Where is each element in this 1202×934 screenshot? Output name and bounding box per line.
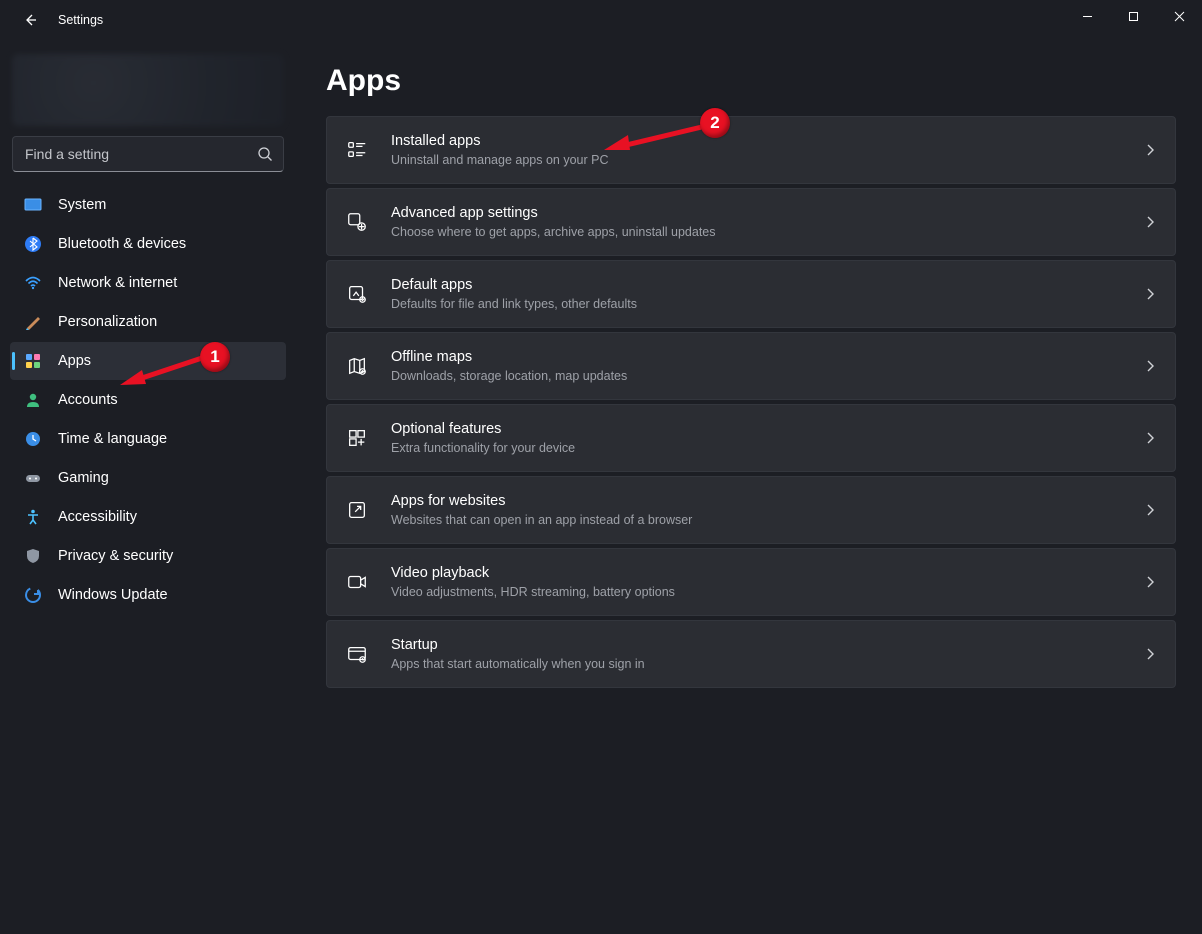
card-default-apps[interactable]: Default apps Defaults for file and link … [326, 260, 1176, 328]
shield-icon [24, 547, 42, 565]
optional-features-icon [345, 426, 369, 450]
annotation-arrow-1 [118, 352, 206, 392]
chevron-right-icon [1143, 287, 1157, 301]
annotation-arrow-2 [600, 118, 710, 158]
advanced-settings-icon [345, 210, 369, 234]
nav-list: System Bluetooth & devices Network & int… [0, 186, 296, 614]
card-subtitle: Defaults for file and link types, other … [391, 296, 1143, 312]
map-icon [345, 354, 369, 378]
sidebar-item-label: Network & internet [58, 275, 177, 291]
wifi-icon [24, 274, 42, 292]
sidebar-item-gaming[interactable]: Gaming [10, 459, 286, 497]
chevron-right-icon [1143, 431, 1157, 445]
apps-icon [24, 352, 42, 370]
close-button[interactable] [1156, 0, 1202, 32]
sidebar-item-privacy[interactable]: Privacy & security [10, 537, 286, 575]
card-subtitle: Downloads, storage location, map updates [391, 368, 1143, 384]
maximize-button[interactable] [1110, 0, 1156, 32]
sidebar-item-label: System [58, 197, 106, 213]
search-icon [257, 146, 273, 162]
gamepad-icon [24, 469, 42, 487]
chevron-right-icon [1143, 575, 1157, 589]
card-title: Video playback [391, 564, 1143, 583]
open-external-icon [345, 498, 369, 522]
sidebar-item-label: Privacy & security [58, 548, 173, 564]
card-title: Default apps [391, 276, 1143, 295]
sidebar-item-label: Accounts [58, 392, 118, 408]
card-subtitle: Video adjustments, HDR streaming, batter… [391, 584, 1143, 600]
card-offline-maps[interactable]: Offline maps Downloads, storage location… [326, 332, 1176, 400]
card-title: Apps for websites [391, 492, 1143, 511]
annotation-badge-2: 2 [700, 108, 730, 138]
card-title: Offline maps [391, 348, 1143, 367]
sidebar: System Bluetooth & devices Network & int… [0, 40, 300, 934]
card-video-playback[interactable]: Video playback Video adjustments, HDR st… [326, 548, 1176, 616]
sidebar-item-bluetooth[interactable]: Bluetooth & devices [10, 225, 286, 263]
chevron-right-icon [1143, 359, 1157, 373]
page-title: Apps [326, 64, 1176, 98]
system-icon [24, 196, 42, 214]
sidebar-item-label: Personalization [58, 314, 157, 330]
sidebar-item-label: Apps [58, 353, 91, 369]
chevron-right-icon [1143, 503, 1157, 517]
sidebar-item-personalization[interactable]: Personalization [10, 303, 286, 341]
window-title: Settings [58, 13, 103, 27]
sidebar-item-system[interactable]: System [10, 186, 286, 224]
card-title: Optional features [391, 420, 1143, 439]
sidebar-item-accessibility[interactable]: Accessibility [10, 498, 286, 536]
sidebar-item-label: Time & language [58, 431, 167, 447]
sidebar-item-label: Bluetooth & devices [58, 236, 186, 252]
card-advanced-app-settings[interactable]: Advanced app settings Choose where to ge… [326, 188, 1176, 256]
card-subtitle: Uninstall and manage apps on your PC [391, 152, 1143, 168]
titlebar: Settings [0, 0, 1202, 40]
card-title: Startup [391, 636, 1143, 655]
sidebar-item-time[interactable]: Time & language [10, 420, 286, 458]
search-box[interactable] [12, 136, 284, 172]
clock-icon [24, 430, 42, 448]
accessibility-icon [24, 508, 42, 526]
video-icon [345, 570, 369, 594]
card-startup[interactable]: Startup Apps that start automatically wh… [326, 620, 1176, 688]
account-box[interactable] [12, 54, 284, 126]
person-icon [24, 391, 42, 409]
minimize-button[interactable] [1064, 0, 1110, 32]
sidebar-item-label: Windows Update [58, 587, 168, 603]
bluetooth-icon [24, 235, 42, 253]
card-apps-for-websites[interactable]: Apps for websites Websites that can open… [326, 476, 1176, 544]
chevron-right-icon [1143, 215, 1157, 229]
chevron-right-icon [1143, 647, 1157, 661]
main-content: Apps Installed apps Uninstall and manage… [300, 40, 1202, 934]
annotation-badge-1: 1 [200, 342, 230, 372]
card-title: Advanced app settings [391, 204, 1143, 223]
card-title: Installed apps [391, 132, 1143, 151]
update-icon [24, 586, 42, 604]
card-installed-apps[interactable]: Installed apps Uninstall and manage apps… [326, 116, 1176, 184]
card-subtitle: Extra functionality for your device [391, 440, 1143, 456]
card-subtitle: Choose where to get apps, archive apps, … [391, 224, 1143, 240]
sidebar-item-label: Gaming [58, 470, 109, 486]
card-optional-features[interactable]: Optional features Extra functionality fo… [326, 404, 1176, 472]
installed-apps-icon [345, 138, 369, 162]
back-button[interactable] [20, 10, 40, 30]
default-apps-icon [345, 282, 369, 306]
card-subtitle: Websites that can open in an app instead… [391, 512, 1143, 528]
sidebar-item-update[interactable]: Windows Update [10, 576, 286, 614]
paintbrush-icon [24, 313, 42, 331]
chevron-right-icon [1143, 143, 1157, 157]
search-input[interactable] [23, 145, 251, 163]
startup-icon [345, 642, 369, 666]
sidebar-item-network[interactable]: Network & internet [10, 264, 286, 302]
card-subtitle: Apps that start automatically when you s… [391, 656, 1143, 672]
sidebar-item-label: Accessibility [58, 509, 137, 525]
